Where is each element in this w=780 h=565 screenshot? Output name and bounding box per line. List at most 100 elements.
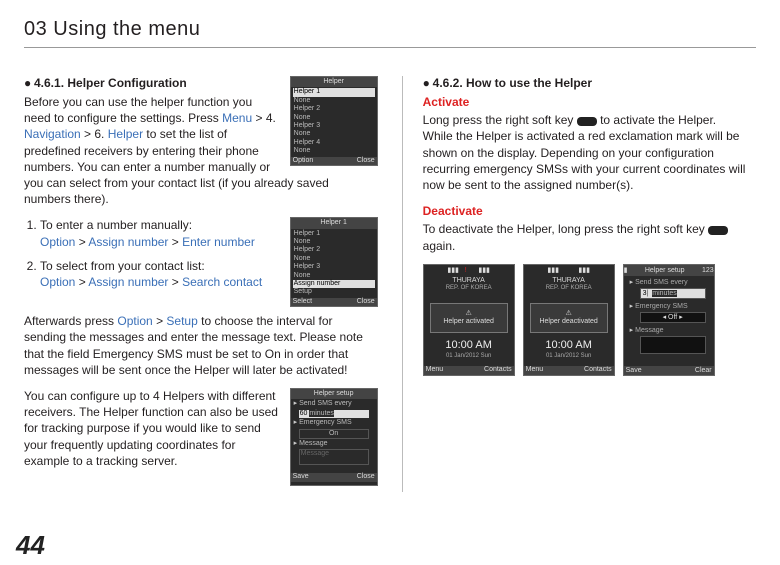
activate-paragraph: Long press the right soft key to activat… [423,112,756,193]
list-item: None [293,255,375,263]
left-column: Helper Helper 1 None Helper 2 None Helpe… [24,76,378,492]
menu-path: Setup [166,314,197,328]
screenshot-row: ▮▮▮ ! ▮▮▮ THURAYA REP. OF KOREA ⚠Helper … [423,264,756,376]
content-columns: Helper Helper 1 None Helper 2 None Helpe… [24,76,756,492]
section-heading-text: 4.6.1. Helper Configuration [34,76,187,90]
phone-screen-helper-setup: Helper setup ▸ Send SMS every 60 minutes… [290,388,378,486]
step-text: To select from your contact list: [40,259,205,273]
field-value: ◂ Off ▸ [640,312,706,323]
afterwards-paragraph: Afterwards press Option > Setup to choos… [24,313,378,378]
region-name: REP. OF KOREA [526,285,612,292]
field-value-selected: 3| minutes [640,288,706,299]
clock-date: 01 Jan/2012 Sun [526,353,612,360]
softkey-right: Close [357,473,375,481]
menu-path: Menu [222,111,252,125]
list-item: Helper 1 [293,230,375,238]
softkey-icon [577,117,597,126]
text-fragment: While the Helper is activated a red excl… [423,129,746,192]
menu-path: Search contact [182,275,262,289]
list-item: Helper 2 [293,105,375,113]
list-item: Setup [293,288,375,296]
field-value: 60 minutes [299,410,369,418]
clock-time: 10:00 AM [426,339,512,352]
list-item: None [293,130,375,138]
field-value: On [299,429,369,439]
text-fragment: Afterwards press [24,314,117,328]
section-heading-howto: ●4.6.2. How to use the Helper [423,76,756,90]
list-item: Helper 4 [293,139,375,147]
text-fragment: To deactivate the Helper, long press the… [423,222,709,236]
menu-path: Helper [108,127,143,141]
screen-title: Helper setup [291,389,377,399]
header-rule [24,47,756,48]
phone-screen-helper-list: Helper Helper 1 None Helper 2 None Helpe… [290,76,378,166]
menu-path: Navigation [24,127,81,141]
list-item: Helper 3 [293,263,375,271]
popup-message: ⚠Helper activated [430,303,508,334]
phone-screen-deactivated: ▮▮▮ ▮▮▮ THURAYA REP. OF KOREA ⚠Helper de… [523,264,615,376]
phone-screen-activated: ▮▮▮ ! ▮▮▮ THURAYA REP. OF KOREA ⚠Helper … [423,264,515,376]
text-fragment: > 6. [81,127,108,141]
screen-title: Helper 1 [291,218,377,228]
deactivate-label: Deactivate [423,203,756,219]
screen-title: Helper [291,77,377,87]
field-label: ▸ Send SMS every [626,278,712,287]
text-fragment: Before you can use the helper function y… [24,95,252,125]
carrier-name: THURAYA [526,277,612,285]
field-label: ▸ Emergency SMS [293,419,375,427]
menu-path: Option [40,275,75,289]
text-fragment: > [153,314,167,328]
list-item: None [293,272,375,280]
menu-path: Option [40,235,75,249]
field-label: ▸ Message [293,440,375,448]
field-value: Message [299,449,369,465]
softkey-right: Close [357,298,375,306]
clock-time: 10:00 AM [526,339,612,352]
page-number: 44 [16,530,45,561]
field-label: ▸ Message [626,326,712,335]
status-bar: ▮▮▮ ! ▮▮▮ [426,267,512,275]
activate-label: Activate [423,94,756,110]
carrier-name: THURAYA [426,277,512,285]
field-value [640,336,706,354]
softkey-right: Clear [695,366,712,375]
chapter-title: 03 Using the menu [24,18,756,41]
softkey-right: Close [357,157,375,165]
field-label: ▸ Emergency SMS [626,302,712,311]
screen-title: ▮ Helper setup 123 [624,265,714,276]
text-fragment: again. [423,239,456,253]
softkey-left: Save [626,366,642,375]
softkey-right: Contacts [584,366,612,374]
field-label: ▸ Send SMS every [293,400,375,408]
list-item: None [293,238,375,246]
softkey-left: Menu [426,366,444,374]
softkey-right: Contacts [484,366,512,374]
text-fragment: to activate the Helper. [597,113,716,127]
list-item: None [293,97,375,105]
softkey-left: Option [293,157,314,165]
list-item: None [293,147,375,155]
softkey-left: Menu [526,366,544,374]
list-item: Helper 2 [293,246,375,254]
section-heading-text: 4.6.2. How to use the Helper [433,76,592,90]
text-fragment: > 4. [252,111,276,125]
menu-path: Enter number [182,235,255,249]
softkey-left: Save [293,473,309,481]
status-bar: ▮▮▮ ▮▮▮ [526,267,612,275]
step-text: To enter a number manually: [40,218,192,232]
phone-screen-assign-number: Helper 1 Helper 1 None Helper 2 None Hel… [290,217,378,307]
list-item-selected: Assign number [293,280,375,288]
region-name: REP. OF KOREA [426,285,512,292]
deactivate-paragraph: To deactivate the Helper, long press the… [423,221,756,253]
menu-path: Option [117,314,152,328]
phone-screen-setup-edit: ▮ Helper setup 123 ▸ Send SMS every 3| m… [623,264,715,376]
softkey-icon [708,226,728,235]
text-fragment: Long press the right soft key [423,113,577,127]
right-column: ●4.6.2. How to use the Helper Activate L… [402,76,756,492]
menu-path: Assign number [88,275,168,289]
list-item: Helper 1 [293,88,375,96]
list-item: None [293,114,375,122]
menu-path: Assign number [88,235,168,249]
popup-message: ⚠Helper deactivated [530,303,608,334]
clock-date: 01 Jan/2012 Sun [426,353,512,360]
